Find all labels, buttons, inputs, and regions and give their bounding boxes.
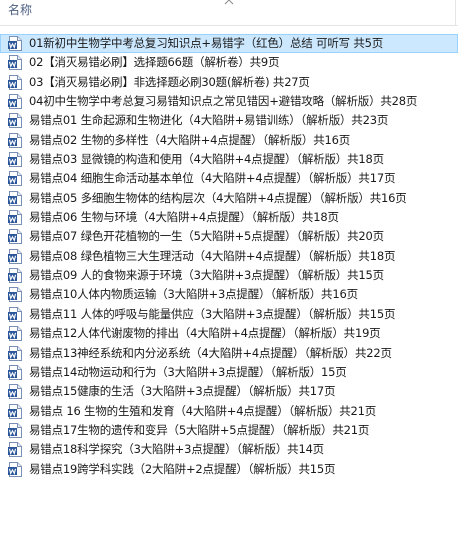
file-row[interactable]: 易错点19跨学科实践（2大陷阱+2点提醒）（解析版）共15页 — [0, 460, 458, 479]
name-column-header[interactable]: 名称 — [8, 2, 32, 18]
word-doc-icon — [8, 326, 22, 342]
file-name[interactable]: 易错点14动物运动和行为（3大陷阱+3点提醒）（解析版）15页 — [29, 364, 347, 381]
word-doc-icon — [8, 268, 22, 284]
word-doc-icon — [8, 74, 22, 90]
word-doc-icon — [8, 171, 22, 187]
word-doc-icon — [8, 190, 22, 206]
file-name[interactable]: 易错点12人体代谢废物的排出（4大陷阱+4点提醒）（解析版）共19页 — [29, 325, 381, 342]
file-row[interactable]: 易错点01 生命起源和生物进化（4大陷阱+易错训练）（解析版）共23页 — [0, 111, 458, 130]
file-row[interactable]: 易错点18科学探究（3大陷阱+3点提醒）（解析版）共14页 — [0, 440, 458, 459]
file-name[interactable]: 易错点19跨学科实践（2大陷阱+2点提醒）（解析版）共15页 — [29, 461, 335, 478]
file-name[interactable]: 易错点09 人的食物来源于环境（3大陷阱+3点提醒）（解析版）共15页 — [29, 267, 384, 284]
file-name[interactable]: 易错点01 生命起源和生物进化（4大陷阱+易错训练）（解析版）共23页 — [29, 112, 388, 129]
word-doc-icon — [8, 210, 22, 226]
file-row[interactable]: 02【消灭易错必刷】选择题66题（解析卷）共9页 — [0, 53, 458, 72]
file-row[interactable]: 易错点11 人体的呼吸与能量供应（3大陷阱+3点提醒）（解析版）共15页 — [0, 305, 458, 324]
file-name[interactable]: 易错点18科学探究（3大陷阱+3点提醒）（解析版）共14页 — [29, 441, 324, 458]
file-row[interactable]: 易错点 16 生物的生殖和发育（4大陷阱+4点提醒）（解析版）共21页 — [0, 402, 458, 421]
file-row[interactable]: 易错点05 多细胞生物体的结构层次（4大陷阱+4点提醒）（解析版）共16页 — [0, 189, 458, 208]
file-row[interactable]: 易错点08 绿色植物三大生理活动（4大陷阱+4点提醒）（解析版）共18页 — [0, 247, 458, 266]
column-divider[interactable] — [455, 0, 456, 26]
file-name[interactable]: 02【消灭易错必刷】选择题66题（解析卷）共9页 — [29, 54, 279, 71]
file-name[interactable]: 易错点11 人体的呼吸与能量供应（3大陷阱+3点提醒）（解析版）共15页 — [29, 306, 395, 323]
word-doc-icon — [8, 384, 22, 400]
file-row[interactable]: 易错点17生物的遗传和变异（5大陷阱+5点提醒）（解析版）共21页 — [0, 421, 458, 440]
word-doc-icon — [8, 345, 22, 361]
word-doc-icon — [8, 287, 22, 303]
file-name[interactable]: 易错点06 生物与环境（4大陷阱+4点提醒）（解析版）共18页 — [29, 209, 339, 226]
word-doc-icon — [8, 422, 22, 438]
file-row[interactable]: 易错点10人体内物质运输（3大陷阱+3点提醒）（解析版）共16页 — [0, 285, 458, 304]
file-row[interactable]: 易错点15健康的生活（3大陷阱+3点提醒）（解析版）共17页 — [0, 382, 458, 401]
word-doc-icon — [8, 94, 22, 110]
file-row[interactable]: 易错点02 生物的多样性（4大陷阱+4点提醒）（解析版）共16页 — [0, 131, 458, 150]
file-row[interactable]: 易错点06 生物与环境（4大陷阱+4点提醒）（解析版）共18页 — [0, 208, 458, 227]
sort-ascending-icon[interactable] — [224, 0, 234, 6]
file-row[interactable]: 易错点14动物运动和行为（3大陷阱+3点提醒）（解析版）15页 — [0, 363, 458, 382]
file-row[interactable]: 03【消灭易错必刷】非选择题必刷30题(解析卷) 共27页 — [0, 73, 458, 92]
file-name[interactable]: 易错点02 生物的多样性（4大陷阱+4点提醒）（解析版）共16页 — [29, 132, 350, 149]
file-name[interactable]: 易错点15健康的生活（3大陷阱+3点提醒）（解析版）共17页 — [29, 383, 335, 400]
word-doc-icon — [8, 364, 22, 380]
file-row[interactable]: 易错点09 人的食物来源于环境（3大陷阱+3点提醒）（解析版）共15页 — [0, 266, 458, 285]
word-doc-icon — [8, 461, 22, 477]
file-name[interactable]: 易错点13神经系统和内分泌系统（4大陷阱+4点提醒）（解析版）共22页 — [29, 345, 392, 362]
word-doc-icon — [8, 229, 22, 245]
file-name[interactable]: 易错点04 细胞生命活动基本单位（4大陷阱+4点提醒）（解析版）共17页 — [29, 170, 395, 187]
file-row[interactable]: 01新初中生物学中考总复习知识点+易错字（红色）总结 可听写 共5页 — [0, 34, 458, 54]
file-list: 01新初中生物学中考总复习知识点+易错字（红色）总结 可听写 共5页 02【消灭易… — [0, 34, 458, 479]
column-header: 名称 — [0, 0, 458, 26]
word-doc-icon — [8, 248, 22, 264]
word-doc-icon — [8, 152, 22, 168]
word-doc-icon — [8, 306, 22, 322]
file-name[interactable]: 易错点05 多细胞生物体的结构层次（4大陷阱+4点提醒）（解析版）共16页 — [29, 190, 407, 207]
file-row[interactable]: 易错点04 细胞生命活动基本单位（4大陷阱+4点提醒）（解析版）共17页 — [0, 169, 458, 188]
file-row[interactable]: 易错点13神经系统和内分泌系统（4大陷阱+4点提醒）（解析版）共22页 — [0, 344, 458, 363]
file-row[interactable]: 易错点03 显微镜的构造和使用（4大陷阱+4点提醒）（解析版）共18页 — [0, 150, 458, 169]
file-name[interactable]: 04初中生物学中考总复习易错知识点之常见错因+避错攻略（解析版）共28页 — [29, 93, 417, 110]
file-name[interactable]: 易错点07 绿色开花植物的一生（5大陷阱+5点提醒）（解析版）共20页 — [29, 228, 384, 245]
word-doc-icon — [8, 55, 22, 71]
word-doc-icon — [8, 36, 22, 51]
file-name[interactable]: 易错点08 绿色植物三大生理活动（4大陷阱+4点提醒）（解析版）共18页 — [29, 248, 395, 265]
file-name[interactable]: 易错点10人体内物质运输（3大陷阱+3点提醒）（解析版）共16页 — [29, 286, 358, 303]
file-name[interactable]: 01新初中生物学中考总复习知识点+易错字（红色）总结 可听写 共5页 — [29, 35, 383, 52]
word-doc-icon — [8, 403, 22, 419]
word-doc-icon — [8, 113, 22, 129]
file-name[interactable]: 易错点17生物的遗传和变异（5大陷阱+5点提醒）（解析版）共21页 — [29, 422, 369, 439]
word-doc-icon — [8, 442, 22, 458]
word-doc-icon — [8, 132, 22, 148]
file-name[interactable]: 易错点 16 生物的生殖和发育（4大陷阱+4点提醒）（解析版）共21页 — [29, 403, 376, 420]
file-row[interactable]: 易错点12人体代谢废物的排出（4大陷阱+4点提醒）（解析版）共19页 — [0, 324, 458, 343]
file-row[interactable]: 04初中生物学中考总复习易错知识点之常见错因+避错攻略（解析版）共28页 — [0, 92, 458, 111]
file-name[interactable]: 03【消灭易错必刷】非选择题必刷30题(解析卷) 共27页 — [29, 74, 310, 91]
file-name[interactable]: 易错点03 显微镜的构造和使用（4大陷阱+4点提醒）（解析版）共18页 — [29, 151, 384, 168]
file-row[interactable]: 易错点07 绿色开花植物的一生（5大陷阱+5点提醒）（解析版）共20页 — [0, 227, 458, 246]
